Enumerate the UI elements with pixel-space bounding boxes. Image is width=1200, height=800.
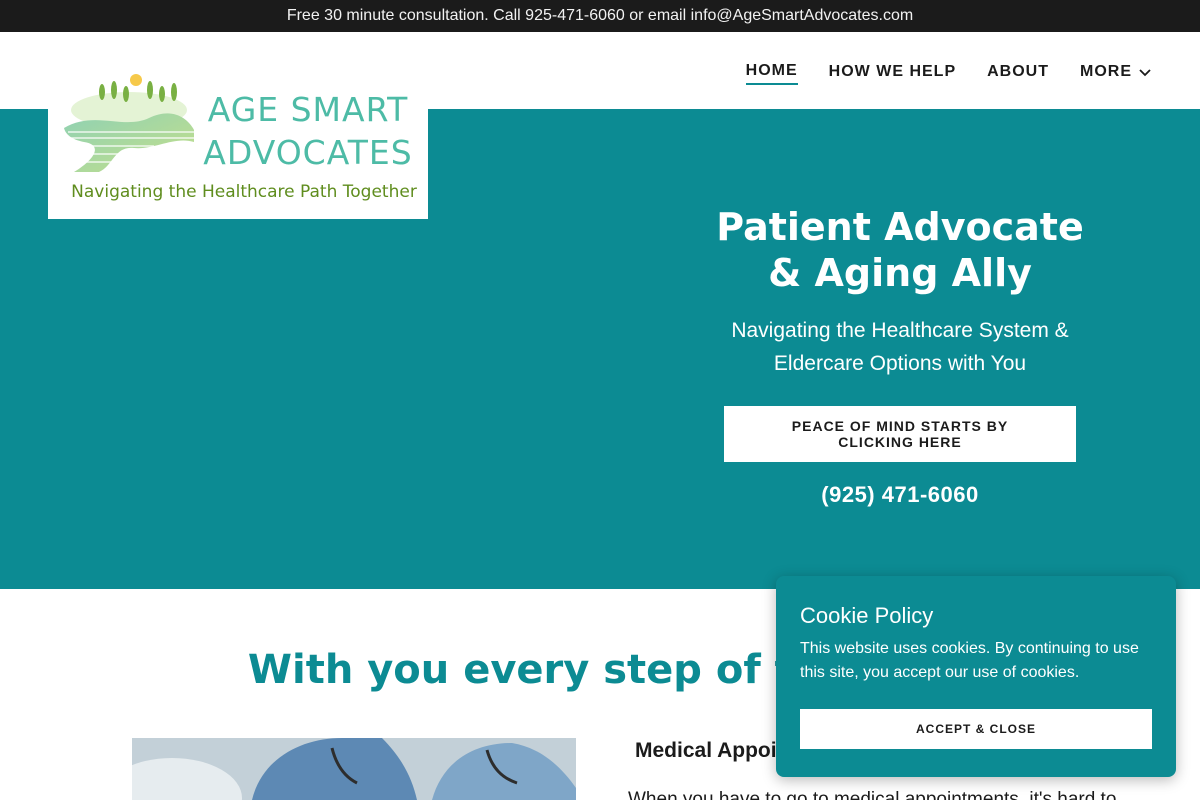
- hero-subtitle-line1: Navigating the Healthcare System &: [731, 319, 1069, 342]
- path-landscape-logo-icon: [64, 74, 194, 172]
- hero-title: Patient Advocate & Aging Ally: [700, 204, 1100, 296]
- chevron-down-icon: [1139, 69, 1151, 77]
- logo-name-line1: AGE SMART: [207, 90, 409, 129]
- page: Free 30 minute consultation. Call 925-47…: [0, 0, 1200, 800]
- hero-content: Patient Advocate & Aging Ally Navigating…: [700, 204, 1100, 508]
- announcement-text: Free 30 minute consultation. Call 925-47…: [286, 7, 914, 24]
- site-logo[interactable]: AGE SMART ADVOCATES Navigating the Healt…: [48, 68, 428, 219]
- logo-name-line2: ADVOCATES: [203, 133, 413, 172]
- nav-item-about[interactable]: ABOUT: [987, 63, 1049, 84]
- main-nav: HOME HOW WE HELP ABOUT MORE: [745, 62, 1152, 85]
- service-text: When you have to go to medical appointme…: [628, 789, 1117, 800]
- logo-tagline: Navigating the Healthcare Path Together: [71, 182, 417, 202]
- medical-staff-photo: [132, 738, 576, 800]
- logo-name: AGE SMART ADVOCATES: [198, 88, 418, 174]
- hero-subtitle: Navigating the Healthcare System & Elder…: [700, 314, 1100, 380]
- announcement-bar: Free 30 minute consultation. Call 925-47…: [0, 0, 1200, 32]
- nav-item-more-label: MORE: [1080, 63, 1132, 80]
- accept-cookies-button[interactable]: ACCEPT & CLOSE: [800, 709, 1152, 749]
- cookie-text: This website uses cookies. By continuing…: [800, 640, 1139, 681]
- nav-item-how-we-help[interactable]: HOW WE HELP: [829, 63, 956, 84]
- cookie-title: Cookie Policy: [800, 603, 934, 628]
- nav-item-more[interactable]: MORE: [1080, 63, 1152, 84]
- hero-subtitle-line2: Eldercare Options with You: [773, 352, 1027, 375]
- hero-title-line1: Patient Advocate: [716, 205, 1084, 249]
- hero-title-line2: & Aging Ally: [768, 251, 1032, 295]
- phone-link[interactable]: (925) 471-6060: [700, 482, 1100, 508]
- cookie-banner: Cookie Policy This website uses cookies.…: [776, 576, 1176, 777]
- cta-button[interactable]: PEACE OF MIND STARTS BY CLICKING HERE: [724, 406, 1076, 462]
- medical-staff-illustration: [132, 738, 576, 800]
- nav-item-home[interactable]: HOME: [745, 62, 798, 85]
